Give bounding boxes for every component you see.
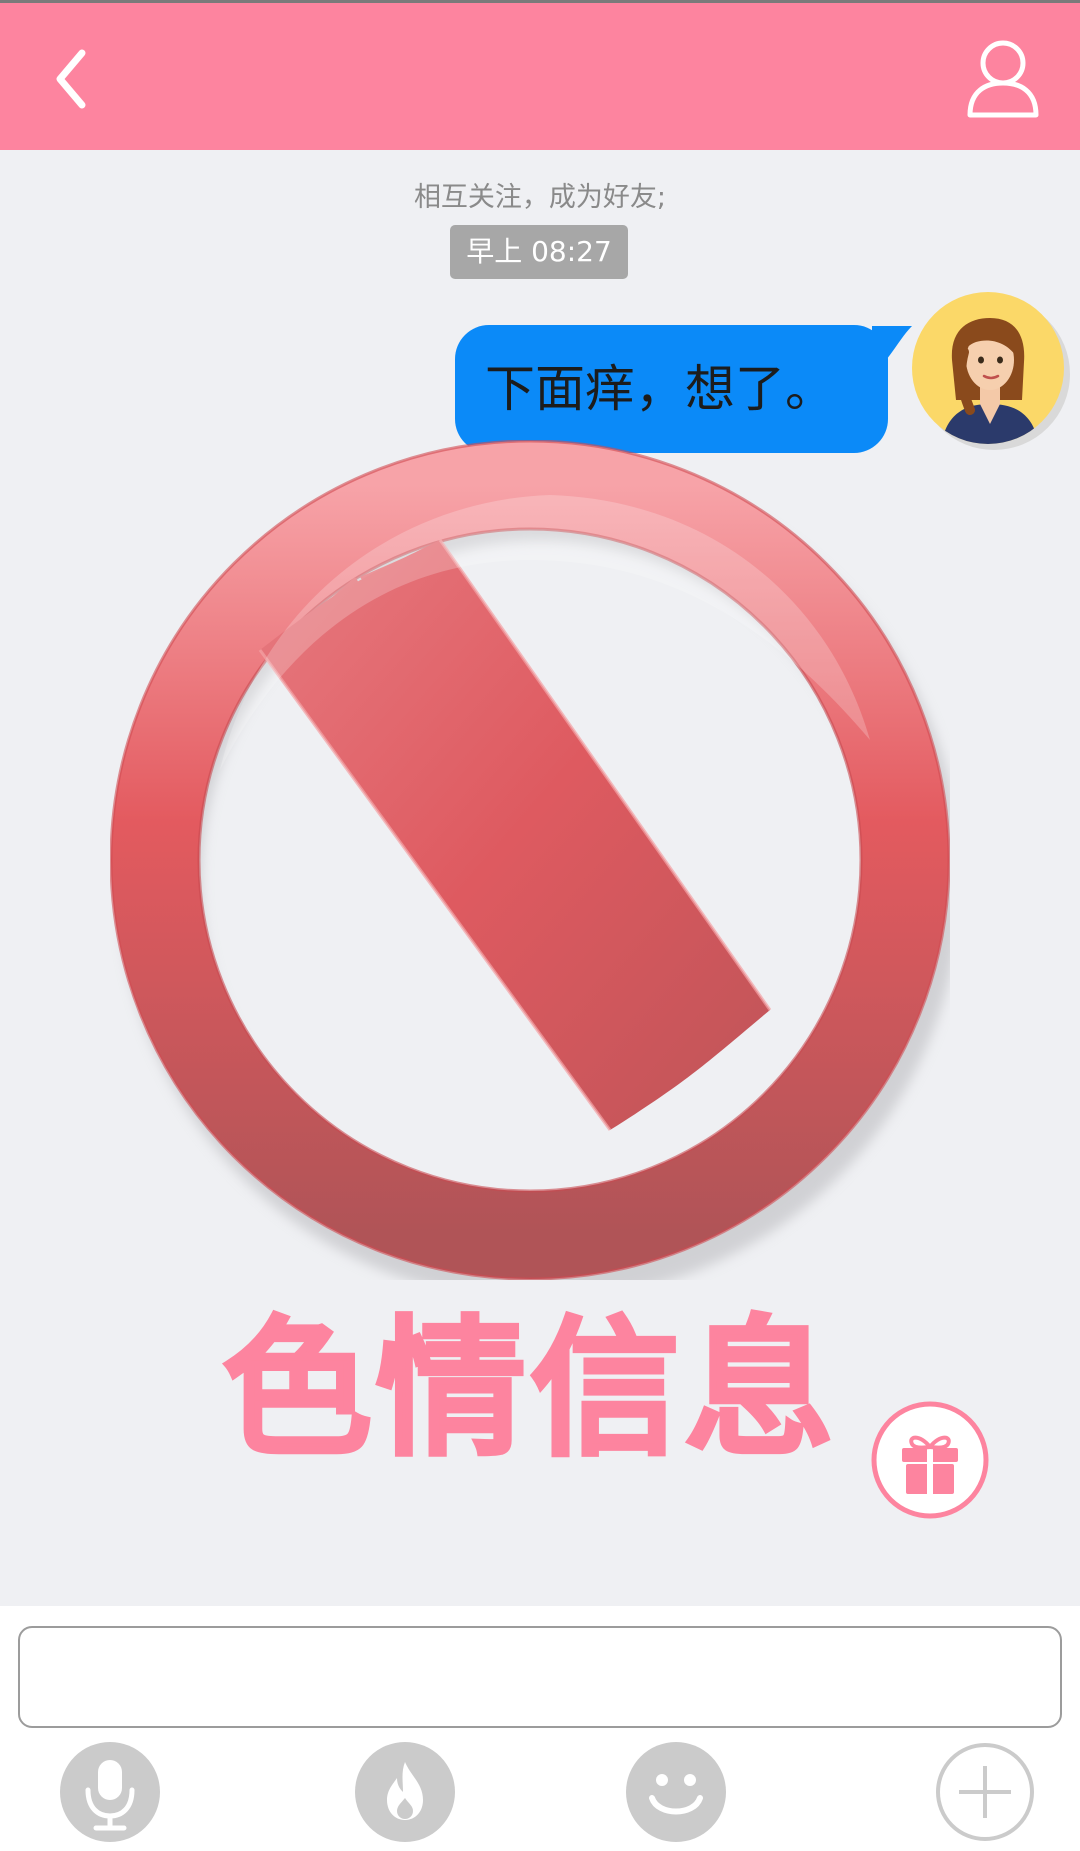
- voice-button[interactable]: [58, 1740, 162, 1844]
- emoji-button[interactable]: [624, 1740, 728, 1844]
- woman-avatar-icon: [912, 292, 1070, 450]
- gift-icon: [871, 1401, 989, 1519]
- follow-notice: 相互关注，成为好友;: [413, 182, 667, 213]
- gift-button[interactable]: [870, 1400, 990, 1520]
- message-input[interactable]: [18, 1626, 1062, 1728]
- plus-icon: [936, 1743, 1034, 1841]
- back-button[interactable]: [50, 39, 120, 119]
- chat-area: 相互关注，成为好友; 早上 08:27 下面痒，想了。 色情信息: [0, 150, 1080, 1606]
- more-button[interactable]: [933, 1740, 1037, 1844]
- flame-icon: [355, 1742, 455, 1842]
- bubble-tail: [872, 326, 912, 376]
- input-bar: [0, 1606, 1080, 1851]
- message-timestamp: 早上 08:27: [450, 225, 628, 279]
- top-nav-bar: [0, 0, 1080, 150]
- microphone-icon: [60, 1742, 160, 1842]
- chevron-left-icon: [56, 49, 86, 109]
- smiley-icon: [626, 1742, 726, 1842]
- profile-button[interactable]: [958, 33, 1048, 123]
- message-bubble[interactable]: 下面痒，想了。: [455, 325, 888, 453]
- prohibited-sign-icon: [110, 440, 950, 1280]
- sender-avatar[interactable]: [910, 290, 1072, 452]
- person-outline-icon: [967, 40, 1039, 118]
- burn-after-reading-button[interactable]: [353, 1740, 457, 1844]
